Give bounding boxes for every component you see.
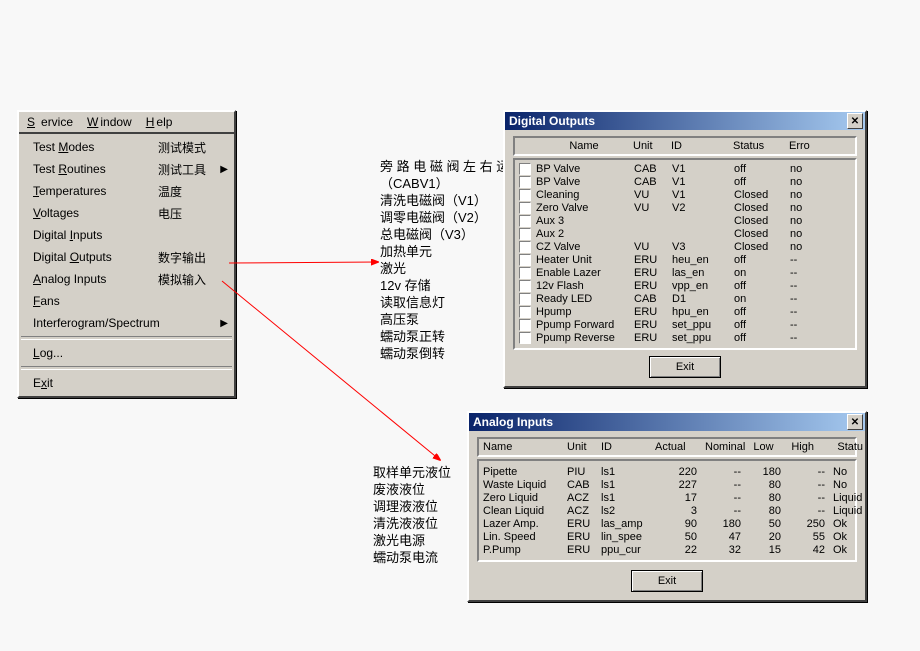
- table-row: CleaningVUV1Closedno: [519, 188, 851, 201]
- table-row: Heater UnitERUheu_enoff--: [519, 253, 851, 266]
- do-rows: BP ValveCABV1offnoBP ValveCABV1offnoClea…: [513, 158, 857, 350]
- menu-item-test-routines[interactable]: Test Routines 测试工具 ▶: [19, 158, 234, 180]
- table-row: Lin. SpeedERUlin_spee50472055Ok: [483, 530, 851, 543]
- table-row: Waste LiquidCABls1227--80--No: [483, 478, 851, 491]
- annotation-label: 废液液位: [373, 481, 451, 498]
- do-header-row: Name Unit ID Status Erro: [513, 136, 857, 156]
- checkbox[interactable]: [519, 163, 531, 175]
- analog-inputs-annotations: 取样单元液位废液液位调理液液位清洗液液位激光电源蠕动泵电流: [373, 464, 451, 566]
- window-title: Digital Outputs: [509, 114, 595, 128]
- table-row: Ppump ForwardERUset_ppuoff--: [519, 318, 851, 331]
- menu-window[interactable]: Window: [83, 114, 134, 130]
- checkbox[interactable]: [519, 280, 531, 292]
- table-row: PipettePIUls1220--180--No: [483, 465, 851, 478]
- table-row: Ready LEDCABD1on--: [519, 292, 851, 305]
- exit-button[interactable]: Exit: [649, 356, 721, 378]
- table-row: Zero ValveVUV2Closedno: [519, 201, 851, 214]
- table-row: P.PumpERUppu_cur22321542Ok: [483, 543, 851, 556]
- menu-item-interferogram[interactable]: Interferogram/Spectrum ▶: [19, 312, 234, 334]
- menu-body: Test Modes 测试模式 Test Routines 测试工具 ▶ Tem…: [19, 134, 234, 396]
- menu-item-voltages[interactable]: Voltages 电压: [19, 202, 234, 224]
- table-row: Ppump ReverseERUset_ppuoff--: [519, 331, 851, 344]
- close-icon[interactable]: ✕: [847, 113, 863, 129]
- exit-button[interactable]: Exit: [631, 570, 703, 592]
- table-row: 12v FlashERUvpp_enoff--: [519, 279, 851, 292]
- checkbox[interactable]: [519, 332, 531, 344]
- table-row: Aux 2Closedno: [519, 227, 851, 240]
- checkbox[interactable]: [519, 254, 531, 266]
- submenu-arrow-icon: ▶: [220, 164, 228, 175]
- checkbox[interactable]: [519, 228, 531, 240]
- menu-item-test-modes[interactable]: Test Modes 测试模式: [19, 136, 234, 158]
- table-row: HpumpERUhpu_enoff--: [519, 305, 851, 318]
- window-title: Analog Inputs: [473, 415, 553, 429]
- table-row: Lazer Amp.ERUlas_amp9018050250Ok: [483, 517, 851, 530]
- analog-inputs-window: Analog Inputs ✕ Name Unit ID Actual Nomi…: [467, 411, 867, 602]
- menu-bar: Service Window Help: [19, 112, 234, 134]
- checkbox[interactable]: [519, 293, 531, 305]
- close-icon[interactable]: ✕: [847, 414, 863, 430]
- menu-item-exit[interactable]: Exit: [19, 372, 234, 394]
- annotation-label: 清洗液液位: [373, 515, 451, 532]
- table-row: Enable LazerERUlas_enon--: [519, 266, 851, 279]
- menu-item-temperatures[interactable]: Temperatures 温度: [19, 180, 234, 202]
- menu-item-fans[interactable]: Fans: [19, 290, 234, 312]
- table-row: Aux 3Closedno: [519, 214, 851, 227]
- title-bar: Analog Inputs ✕: [469, 413, 865, 431]
- ai-header-row: Name Unit ID Actual Nominal Low High Sta…: [477, 437, 857, 457]
- annotation-label: 调理液液位: [373, 498, 451, 515]
- menu-separator: [21, 336, 232, 340]
- annotation-label: 蠕动泵电流: [373, 549, 451, 566]
- table-row: BP ValveCABV1offno: [519, 175, 851, 188]
- menu-separator: [21, 366, 232, 370]
- table-row: CZ ValveVUV3Closedno: [519, 240, 851, 253]
- ai-rows: PipettePIUls1220--180--NoWaste LiquidCAB…: [477, 459, 857, 562]
- checkbox[interactable]: [519, 241, 531, 253]
- digital-outputs-window: Digital Outputs ✕ Name Unit ID Status Er…: [503, 110, 867, 388]
- table-row: Zero LiquidACZls117--80--Liquid: [483, 491, 851, 504]
- checkbox[interactable]: [519, 202, 531, 214]
- checkbox[interactable]: [519, 319, 531, 331]
- menu-help[interactable]: Help: [142, 114, 175, 130]
- submenu-arrow-icon: ▶: [220, 318, 228, 329]
- menu-service[interactable]: Service: [23, 114, 75, 130]
- title-bar: Digital Outputs ✕: [505, 112, 865, 130]
- table-row: Clean LiquidACZls23--80--Liquid: [483, 504, 851, 517]
- annotation-label: 激光电源: [373, 532, 451, 549]
- checkbox[interactable]: [519, 176, 531, 188]
- menu-item-digital-outputs[interactable]: Digital Outputs 数字输出: [19, 246, 234, 268]
- checkbox[interactable]: [519, 189, 531, 201]
- table-row: BP ValveCABV1offno: [519, 162, 851, 175]
- menu-item-digital-inputs[interactable]: Digital Inputs: [19, 224, 234, 246]
- menu-item-analog-inputs[interactable]: Analog Inputs 模拟输入: [19, 268, 234, 290]
- menu-item-log[interactable]: Log...: [19, 342, 234, 364]
- checkbox[interactable]: [519, 215, 531, 227]
- checkbox[interactable]: [519, 306, 531, 318]
- annotation-label: 取样单元液位: [373, 464, 451, 481]
- service-menu: Service Window Help Test Modes 测试模式 Test…: [17, 110, 236, 398]
- checkbox[interactable]: [519, 267, 531, 279]
